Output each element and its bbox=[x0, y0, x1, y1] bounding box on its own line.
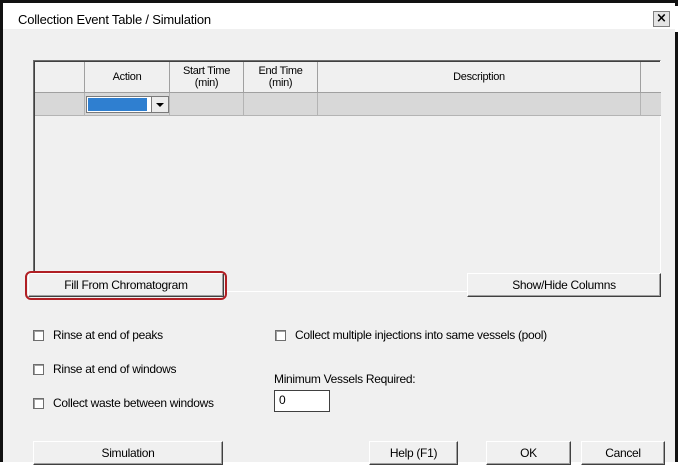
collect-multiple-injections-checkbox[interactable] bbox=[275, 329, 286, 341]
window-title: Collection Event Table / Simulation bbox=[18, 12, 211, 27]
chevron-down-icon[interactable] bbox=[151, 97, 168, 112]
help-button[interactable]: Help (F1) bbox=[369, 441, 458, 465]
rinse-end-peaks-checkbox[interactable] bbox=[33, 329, 44, 341]
ok-button[interactable]: OK bbox=[486, 441, 571, 465]
action-dropdown-selection bbox=[88, 98, 147, 111]
collect-waste-checkbox[interactable] bbox=[33, 397, 44, 409]
simulation-button[interactable]: Simulation bbox=[33, 441, 223, 465]
collect-waste-option[interactable]: Collect waste between windows bbox=[33, 396, 214, 410]
column-header-start-time[interactable]: Start Time (min) bbox=[170, 62, 244, 93]
row-header-column bbox=[35, 62, 85, 93]
highlight-annotation bbox=[25, 271, 227, 300]
column-header-description[interactable]: Description bbox=[318, 62, 641, 93]
collect-multiple-injections-option[interactable]: Collect multiple injections into same ve… bbox=[275, 328, 547, 342]
action-dropdown[interactable] bbox=[86, 96, 169, 113]
min-vessels-input[interactable]: 0 bbox=[274, 390, 330, 412]
rinse-end-windows-checkbox[interactable] bbox=[33, 363, 44, 375]
table-cell-filler bbox=[641, 93, 661, 116]
table-cell-description[interactable] bbox=[318, 93, 641, 116]
rinse-end-peaks-option[interactable]: Rinse at end of peaks bbox=[33, 328, 163, 342]
rinse-end-windows-option[interactable]: Rinse at end of windows bbox=[33, 362, 176, 376]
collection-event-table[interactable]: Action Start Time (min) End Time (min) D… bbox=[33, 60, 661, 292]
table-cell-end-time[interactable] bbox=[244, 93, 318, 116]
dialog-client-area: Action Start Time (min) End Time (min) D… bbox=[3, 29, 675, 465]
cancel-button[interactable]: Cancel bbox=[581, 441, 665, 465]
show-hide-columns-button[interactable]: Show/Hide Columns bbox=[467, 273, 661, 297]
min-vessels-label: Minimum Vessels Required: bbox=[274, 372, 416, 386]
table-cell-start-time[interactable] bbox=[170, 93, 244, 116]
column-header-end-time[interactable]: End Time (min) bbox=[244, 62, 318, 93]
column-header-action[interactable]: Action bbox=[85, 62, 170, 93]
table-row-header[interactable] bbox=[35, 93, 85, 116]
close-button[interactable]: × bbox=[653, 11, 670, 27]
column-header-filler bbox=[641, 62, 661, 93]
